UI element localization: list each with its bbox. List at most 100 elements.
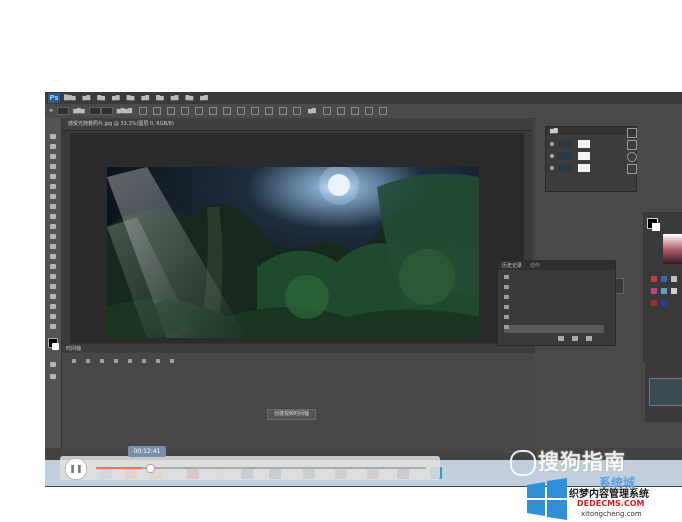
swatch[interactable] <box>671 288 677 294</box>
visibility-eye-icon[interactable] <box>550 142 554 146</box>
auto-select-checkbox[interactable] <box>57 107 70 115</box>
brush-tool-icon[interactable] <box>50 204 56 209</box>
panel-icon[interactable] <box>627 152 637 162</box>
align-icon[interactable] <box>181 107 190 115</box>
crop-tool-icon[interactable] <box>50 174 56 179</box>
layer-row[interactable] <box>550 163 632 173</box>
delete-icon[interactable] <box>586 336 592 341</box>
swatch[interactable] <box>651 288 657 294</box>
3d-icon[interactable] <box>364 107 373 115</box>
distribute-icon[interactable] <box>293 107 302 115</box>
visibility-eye-icon[interactable] <box>550 166 554 170</box>
create-video-timeline-button[interactable]: 创建视频时间轴 <box>267 409 317 420</box>
screen-mode-icon[interactable] <box>50 374 56 379</box>
eyedropper-tool-icon[interactable] <box>50 184 56 189</box>
3d-icon[interactable] <box>350 107 359 115</box>
zoom-tool-icon[interactable] <box>50 324 56 329</box>
layers-tab[interactable]: ▆▇ <box>550 128 558 134</box>
transition-icon[interactable] <box>170 359 174 363</box>
canvas-photo[interactable] <box>107 167 479 338</box>
history-item[interactable] <box>504 275 604 283</box>
distribute-icon[interactable] <box>251 107 260 115</box>
actions-tab[interactable]: 动作 <box>530 262 540 269</box>
auto-select-dropdown[interactable] <box>88 107 101 115</box>
hand-tool-icon[interactable] <box>50 314 56 319</box>
swatch[interactable] <box>651 276 657 282</box>
color-picker-field[interactable] <box>663 234 682 264</box>
align-icon[interactable] <box>209 107 218 115</box>
swatch[interactable] <box>661 300 667 306</box>
distribute-icon[interactable] <box>279 107 288 115</box>
history-item[interactable] <box>504 285 604 293</box>
pause-button[interactable]: ❚❚ <box>65 458 87 480</box>
align-icon[interactable] <box>195 107 204 115</box>
panel-icon[interactable] <box>627 140 637 150</box>
pen-tool-icon[interactable] <box>50 274 56 279</box>
3d-icon[interactable] <box>322 107 331 115</box>
path-select-tool-icon[interactable] <box>50 294 56 299</box>
align-icon[interactable] <box>139 107 148 115</box>
move-tool-icon[interactable] <box>50 134 56 139</box>
navigator-thumbnail[interactable] <box>649 378 682 406</box>
shape-tool-icon[interactable] <box>50 304 56 309</box>
layer-row[interactable] <box>550 151 632 161</box>
new-document-icon[interactable] <box>572 336 578 341</box>
next-frame-icon[interactable] <box>114 359 118 363</box>
distribute-icon[interactable] <box>237 107 246 115</box>
3d-icon[interactable] <box>336 107 345 115</box>
stamp-tool-icon[interactable] <box>50 214 56 219</box>
menu-item[interactable]: ▇▆ <box>156 95 164 101</box>
timeline-tab[interactable]: 时间轴 <box>66 345 81 352</box>
menu-item[interactable]: ▇▆ <box>185 95 193 101</box>
progress-handle[interactable] <box>146 464 155 473</box>
transform-controls-checkbox[interactable] <box>100 107 113 115</box>
play-icon[interactable] <box>100 359 104 363</box>
history-item-selected[interactable] <box>504 325 604 333</box>
background-color-swatch[interactable] <box>52 343 59 350</box>
swatch[interactable] <box>651 300 657 306</box>
document-tab[interactable]: 感受光随着照片.jpg @ 33.3%(图层 0, RGB/8) <box>62 118 532 131</box>
first-frame-icon[interactable] <box>72 359 76 363</box>
history-tab[interactable]: 历史记录 <box>502 262 522 269</box>
menu-item[interactable]: ▇▆ <box>127 95 135 101</box>
previous-frame-icon[interactable] <box>86 359 90 363</box>
color-background-swatch[interactable] <box>652 223 660 231</box>
blur-tool-icon[interactable] <box>50 254 56 259</box>
distribute-icon[interactable] <box>265 107 274 115</box>
visibility-eye-icon[interactable] <box>550 154 554 158</box>
marquee-tool-icon[interactable] <box>50 144 56 149</box>
history-item[interactable] <box>504 295 604 303</box>
quick-select-tool-icon[interactable] <box>50 164 56 169</box>
menu-item[interactable]: ▆▇ <box>200 95 208 101</box>
move-tool-icon[interactable]: ✥ <box>49 108 53 114</box>
dodge-tool-icon[interactable] <box>50 264 56 269</box>
menu-item[interactable]: ▆▇ <box>112 95 120 101</box>
3d-icon[interactable] <box>378 107 387 115</box>
menu-item[interactable]: █▇▆ <box>64 95 76 101</box>
swatch[interactable] <box>671 276 677 282</box>
menu-item[interactable]: ▆▇ <box>83 95 91 101</box>
history-brush-tool-icon[interactable] <box>50 224 56 229</box>
settings-icon[interactable] <box>142 359 146 363</box>
eraser-tool-icon[interactable] <box>50 234 56 239</box>
history-item[interactable] <box>504 305 604 313</box>
type-tool-icon[interactable] <box>50 284 56 289</box>
distribute-icon[interactable] <box>223 107 232 115</box>
align-icon[interactable] <box>167 107 176 115</box>
lasso-tool-icon[interactable] <box>50 154 56 159</box>
layer-row[interactable] <box>550 139 632 149</box>
panel-icon[interactable] <box>627 164 637 174</box>
healing-tool-icon[interactable] <box>50 194 56 199</box>
swatch[interactable] <box>661 288 667 294</box>
swatch[interactable] <box>661 276 667 282</box>
menu-item[interactable]: ▆▇ <box>141 95 149 101</box>
align-icon[interactable] <box>153 107 162 115</box>
new-snapshot-icon[interactable] <box>558 336 564 341</box>
split-icon[interactable] <box>156 359 160 363</box>
gradient-tool-icon[interactable] <box>50 244 56 249</box>
menu-item[interactable]: ▇▆ <box>97 95 105 101</box>
quick-mask-icon[interactable] <box>50 362 56 367</box>
audio-icon[interactable] <box>128 359 132 363</box>
panel-icon[interactable] <box>627 128 637 138</box>
history-item[interactable] <box>504 315 604 323</box>
